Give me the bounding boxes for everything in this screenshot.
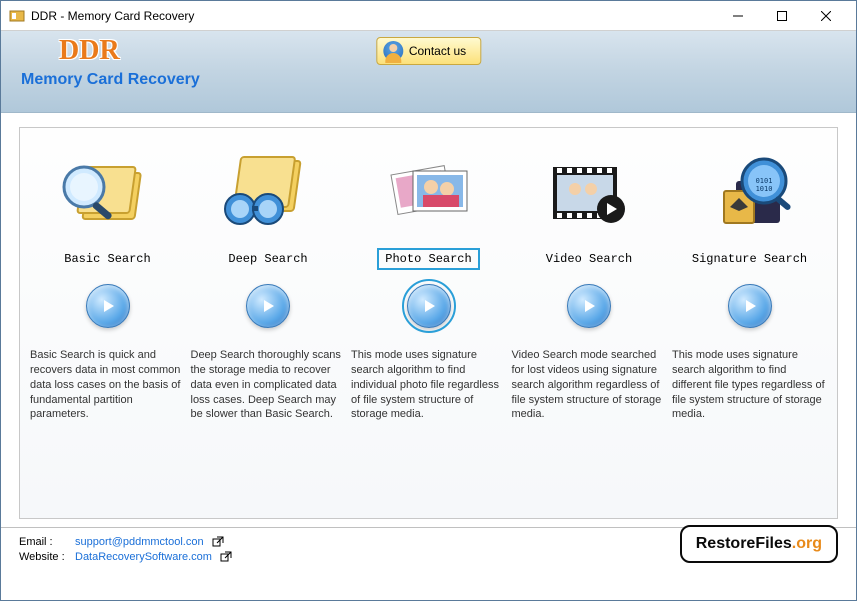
play-button-signature[interactable] <box>728 284 772 328</box>
minimize-button[interactable] <box>716 2 760 30</box>
option-title: Photo Search <box>377 248 479 270</box>
option-signature-search[interactable]: 0101 1010 Signature Search This mode use… <box>672 148 827 504</box>
play-button-photo[interactable] <box>407 284 451 328</box>
basic-search-icon <box>48 148 168 244</box>
footer-website-row: Website : DataRecoverySoftware.com <box>19 551 232 563</box>
signature-search-icon: 0101 1010 <box>690 148 810 244</box>
email-label: Email : <box>19 536 75 548</box>
window-title: DDR - Memory Card Recovery <box>31 9 716 23</box>
svg-text:1010: 1010 <box>755 185 772 193</box>
deep-search-icon <box>208 148 328 244</box>
external-link-icon[interactable] <box>212 536 224 548</box>
contact-label: Contact us <box>409 44 466 58</box>
app-subtitle: Memory Card Recovery <box>21 71 842 89</box>
options-panel: Basic Search Basic Search is quick and r… <box>19 127 838 519</box>
maximize-button[interactable] <box>760 2 804 30</box>
option-video-search[interactable]: Video Search Video Search mode searched … <box>512 148 667 504</box>
app-icon <box>9 8 25 24</box>
option-desc: This mode uses signature search algorith… <box>351 348 506 422</box>
option-desc: Basic Search is quick and recovers data … <box>30 348 185 422</box>
play-button-basic[interactable] <box>86 284 130 328</box>
option-desc: This mode uses signature search algorith… <box>672 348 827 422</box>
option-title: Basic Search <box>56 248 158 270</box>
play-button-video[interactable] <box>567 284 611 328</box>
close-button[interactable] <box>804 2 848 30</box>
external-link-icon[interactable] <box>220 551 232 563</box>
option-deep-search[interactable]: Deep Search Deep Search thoroughly scans… <box>191 148 346 504</box>
titlebar: DDR - Memory Card Recovery <box>1 1 856 31</box>
website-link[interactable]: DataRecoverySoftware.com <box>75 551 212 563</box>
photo-search-icon <box>369 148 489 244</box>
option-title: Signature Search <box>684 248 815 270</box>
window-controls <box>716 2 848 30</box>
play-button-deep[interactable] <box>246 284 290 328</box>
option-desc: Deep Search thoroughly scans the storage… <box>191 348 346 422</box>
footer-email-row: Email : support@pddmmctool.con <box>19 536 232 548</box>
main-area: Basic Search Basic Search is quick and r… <box>1 113 856 527</box>
contact-us-button[interactable]: Contact us <box>376 37 481 65</box>
option-title: Deep Search <box>220 248 315 270</box>
option-title: Video Search <box>538 248 640 270</box>
contact-avatar-icon <box>383 41 403 61</box>
website-label: Website : <box>19 551 75 563</box>
footer-links: Email : support@pddmmctool.con Website :… <box>19 536 232 563</box>
option-desc: Video Search mode searched for lost vide… <box>512 348 667 422</box>
logo-brand-b: .org <box>792 535 822 553</box>
logo-brand-a: RestoreFiles <box>696 535 792 553</box>
video-search-icon <box>529 148 649 244</box>
option-photo-search[interactable]: Photo Search This mode uses signature se… <box>351 148 506 504</box>
restore-files-logo: RestoreFiles.org <box>680 525 838 563</box>
footer: Email : support@pddmmctool.con Website :… <box>1 527 856 567</box>
email-link[interactable]: support@pddmmctool.con <box>75 536 204 548</box>
option-basic-search[interactable]: Basic Search Basic Search is quick and r… <box>30 148 185 504</box>
header-band: DDR Memory Card Recovery Contact us <box>1 31 856 113</box>
svg-text:0101: 0101 <box>755 177 772 185</box>
